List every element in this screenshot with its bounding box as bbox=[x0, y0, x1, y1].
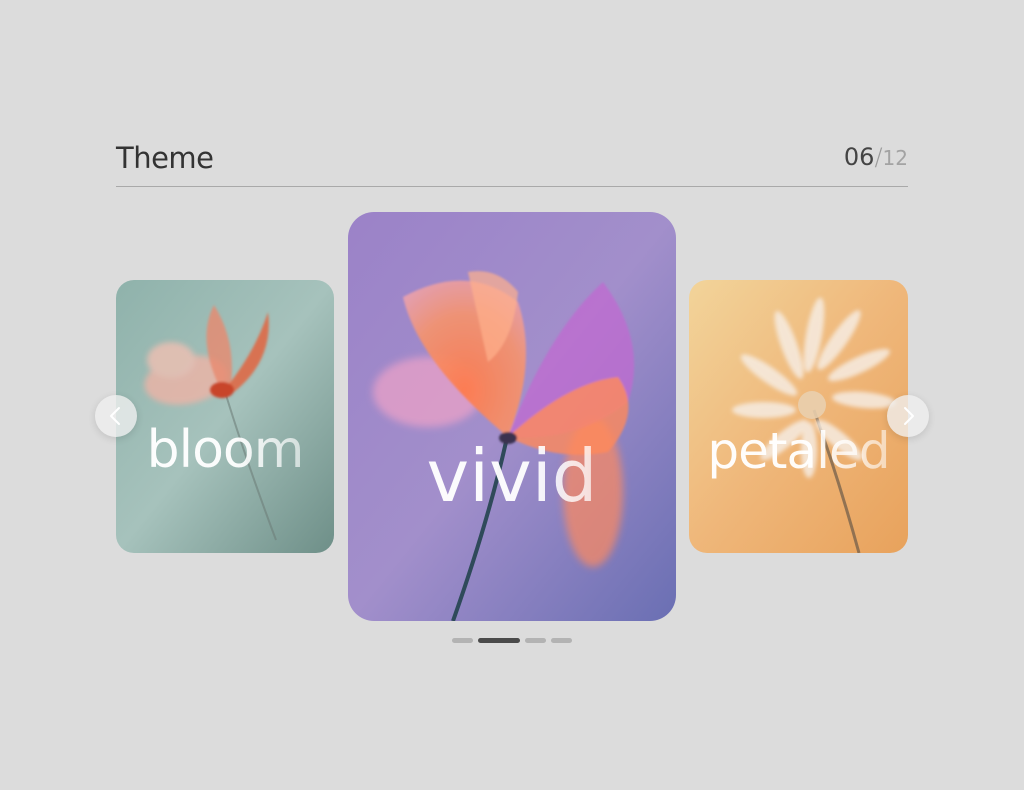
counter-total: 12 bbox=[882, 146, 908, 170]
chevron-right-icon bbox=[904, 407, 914, 425]
header: Theme 06/12 bbox=[116, 138, 908, 187]
card-word: petaled bbox=[689, 422, 908, 480]
pagination-dot[interactable] bbox=[525, 638, 546, 643]
pagination-dot-active[interactable] bbox=[478, 638, 520, 643]
theme-card-bloom[interactable]: bloom bbox=[116, 280, 334, 553]
theme-card-petaled[interactable]: petaled bbox=[689, 280, 908, 553]
previous-button[interactable] bbox=[95, 395, 137, 437]
card-word: vivid bbox=[348, 434, 676, 518]
bloom-flower-image bbox=[116, 280, 334, 553]
slide-counter: 06/12 bbox=[844, 143, 908, 171]
next-button[interactable] bbox=[887, 395, 929, 437]
chevron-left-icon bbox=[110, 407, 120, 425]
pagination-dots bbox=[452, 638, 572, 644]
petaled-flower-image bbox=[689, 280, 908, 553]
pagination-dot[interactable] bbox=[551, 638, 572, 643]
vivid-flower-image bbox=[348, 212, 676, 621]
pagination-dot[interactable] bbox=[452, 638, 473, 643]
counter-separator: / bbox=[874, 143, 883, 171]
page-title: Theme bbox=[116, 141, 214, 175]
counter-current: 06 bbox=[843, 143, 875, 171]
theme-card-vivid[interactable]: vivid bbox=[348, 212, 676, 621]
card-word: bloom bbox=[116, 420, 334, 480]
